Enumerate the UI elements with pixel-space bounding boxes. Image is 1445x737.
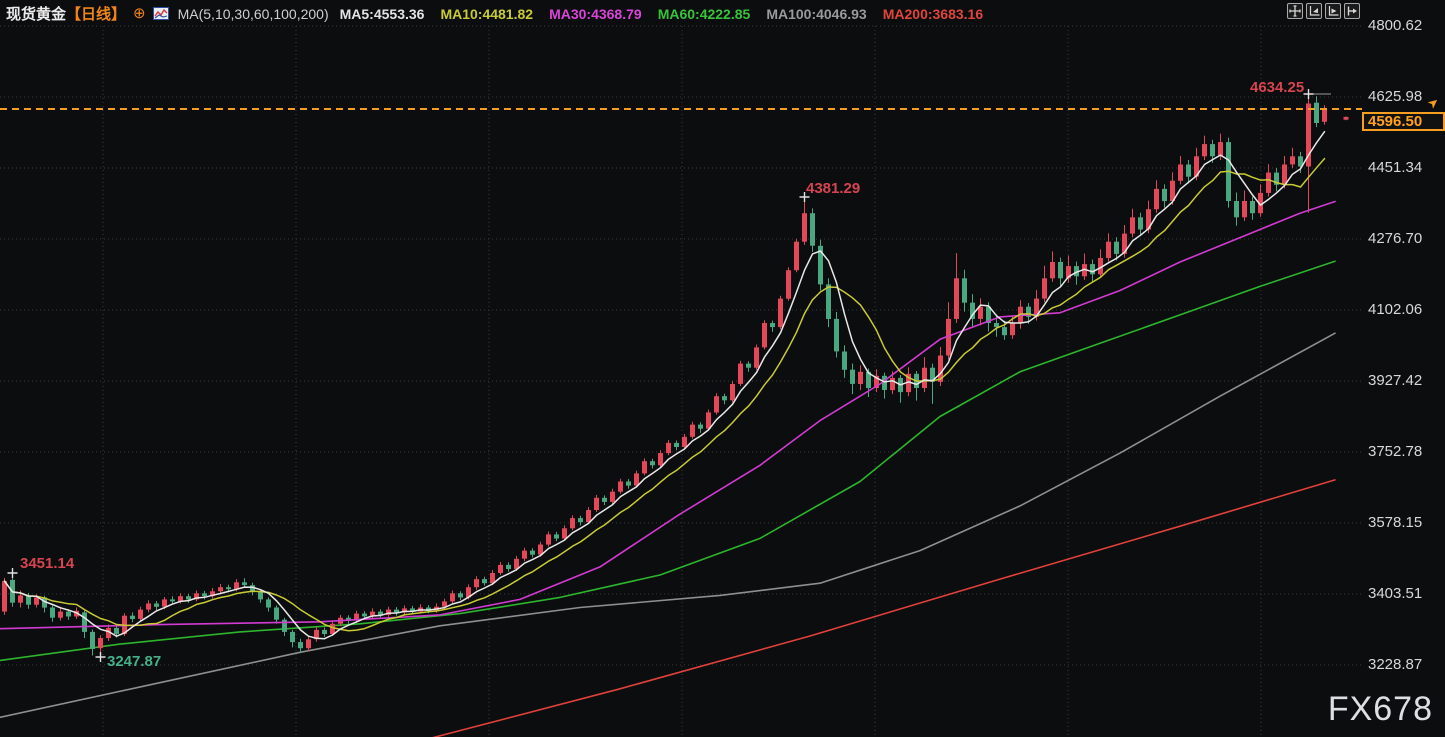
- chart-header: 现货黄金【日线】 ⊕ MA(5,10,30,60,100,200) MA5:45…: [6, 3, 983, 24]
- price-axis-tick: 4451.34: [1368, 159, 1423, 176]
- price-axis-tick: 4625.98: [1368, 88, 1423, 105]
- price-axis-tick: 3403.51: [1368, 585, 1423, 602]
- price-annotation: 3451.14: [20, 555, 75, 572]
- current-price-box: 4596.50: [1362, 112, 1445, 131]
- ma-value-label: MA60:4222.85: [657, 5, 751, 22]
- ma-value-label: MA30:4368.79: [549, 5, 642, 22]
- ma-value-label: MA5:4553.36: [339, 5, 425, 22]
- indicator-params-label: MA(5,10,30,60,100,200): [177, 5, 329, 22]
- ma-value-label: MA200:3683.16: [882, 5, 984, 22]
- chart-toolbar: [1287, 3, 1360, 19]
- price-annotation: 4634.25: [1250, 79, 1305, 96]
- ma-value-label: MA10:4481.82: [440, 5, 534, 22]
- crosshair-target-icon[interactable]: ⊕: [133, 6, 146, 21]
- price-axis-tick: 3228.87: [1368, 656, 1423, 673]
- period-label: 【日线】: [66, 6, 127, 23]
- chart-canvas[interactable]: [0, 0, 1445, 737]
- price-axis-tick: 4102.06: [1368, 301, 1423, 318]
- price-axis-tick: 3578.15: [1368, 514, 1423, 531]
- goto-latest-icon[interactable]: [1344, 3, 1360, 19]
- indicator-chart-icon[interactable]: [152, 7, 169, 20]
- scale-back-icon[interactable]: [1306, 3, 1322, 19]
- price-axis-tick: 3752.78: [1368, 443, 1423, 460]
- price-axis-tick: 4276.70: [1368, 230, 1423, 247]
- ma-values-group: MA5:4553.36 MA10:4481.82 MA30:4368.79 MA60:…: [336, 6, 984, 22]
- ma-value-label: MA100:4046.93: [766, 5, 867, 22]
- crosshair-move-icon[interactable]: [1287, 3, 1303, 19]
- symbol-title: 现货黄金【日线】: [6, 3, 126, 24]
- scale-forward-icon[interactable]: [1325, 3, 1341, 19]
- symbol-name: 现货黄金: [6, 6, 67, 23]
- price-annotation: 4381.29: [806, 180, 861, 197]
- watermark-logo: FX678: [1327, 690, 1433, 728]
- price-annotation: 3247.87: [107, 653, 162, 670]
- chart-window: 现货黄金【日线】 ⊕ MA(5,10,30,60,100,200) MA5:45…: [0, 0, 1445, 737]
- price-axis-tick: 3927.42: [1368, 372, 1423, 389]
- price-axis-tick: 4800.62: [1368, 17, 1423, 34]
